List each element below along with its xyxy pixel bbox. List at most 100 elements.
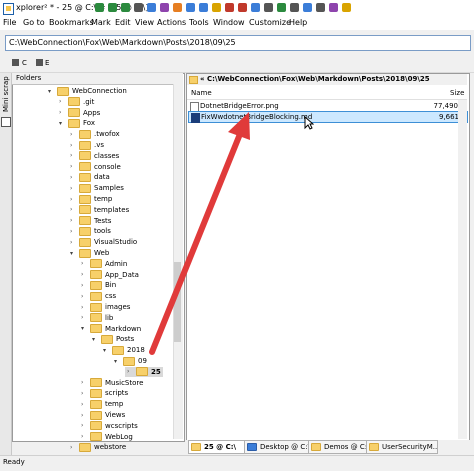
tree-item[interactable]: › VisualStudio [70, 237, 137, 247]
up-icon[interactable] [121, 3, 130, 12]
bookmark-icon[interactable] [173, 3, 182, 12]
chevron-right-icon[interactable]: › [81, 271, 88, 278]
files-scrollbar[interactable] [458, 100, 467, 439]
menu-help[interactable]: Help [289, 18, 307, 27]
layout-icon[interactable] [316, 3, 325, 12]
tree-item[interactable]: › Views [81, 410, 125, 420]
chevron-right-icon[interactable]: › [81, 422, 88, 429]
file-row[interactable]: FixWwdotnetBridgeBlocking.md 9,661 [188, 111, 468, 123]
chevron-right-icon[interactable]: › [70, 228, 77, 235]
chevron-right-icon[interactable]: › [81, 260, 88, 267]
tree-item[interactable]: › .git [59, 97, 94, 107]
tree-item[interactable]: › console [70, 162, 121, 172]
menu-tools[interactable]: Tools [189, 18, 209, 27]
tree-item[interactable]: › css [81, 291, 116, 301]
chevron-right-icon[interactable]: › [70, 152, 77, 159]
tree-item[interactable]: ▾ Fox [59, 118, 95, 128]
chevron-right-icon[interactable]: › [70, 196, 77, 203]
chevron-right-icon[interactable]: › [81, 282, 88, 289]
search-icon[interactable] [147, 3, 156, 12]
view-icon[interactable] [290, 3, 299, 12]
tree-item[interactable]: › .vs [70, 140, 104, 150]
chevron-right-icon[interactable]: › [70, 163, 77, 170]
tree-item[interactable]: ▾ 09 [114, 356, 147, 366]
chevron-right-icon[interactable]: › [70, 239, 77, 246]
menu-file[interactable]: File [3, 18, 16, 27]
menu-customize[interactable]: Customize [249, 18, 291, 27]
tree-item[interactable]: › 25 [125, 366, 163, 377]
tree-scrollbar-thumb[interactable] [174, 262, 181, 342]
tab-25[interactable]: 25 @ C:\ [188, 440, 246, 454]
chevron-right-icon[interactable]: › [81, 412, 88, 419]
chevron-right-icon[interactable]: › [70, 131, 77, 138]
chevron-right-icon[interactable]: › [70, 174, 77, 181]
chevron-down-icon[interactable]: ▾ [114, 358, 121, 365]
tree-item[interactable]: › images [81, 302, 130, 312]
chevron-right-icon[interactable]: › [70, 142, 77, 149]
tree-item[interactable]: ▾ WebConnection [48, 86, 127, 96]
menu-goto[interactable]: Go to [23, 18, 45, 27]
tree-item[interactable]: › App_Data [81, 270, 139, 280]
refresh-icon[interactable] [134, 3, 143, 12]
chevron-down-icon[interactable]: ▾ [70, 250, 77, 257]
tree-item[interactable]: › Bin [81, 280, 116, 290]
forward-icon[interactable] [108, 3, 117, 12]
chevron-right-icon[interactable]: › [81, 379, 88, 386]
tree-item[interactable]: ▾ Web [70, 248, 109, 258]
tree-item[interactable]: › wcscripts [81, 421, 138, 431]
menu-bookmarks[interactable]: Bookmarks [49, 18, 94, 27]
properties-icon[interactable] [264, 3, 273, 12]
menu-mark[interactable]: Mark [91, 18, 111, 27]
panes-icon[interactable] [303, 3, 312, 12]
tree-item[interactable]: › webstore [70, 442, 126, 452]
chevron-right-icon[interactable]: › [70, 217, 77, 224]
tree-item[interactable]: › Samples [70, 183, 124, 193]
run-icon[interactable] [277, 3, 286, 12]
tree-item[interactable]: › temp [81, 399, 123, 409]
tree-item[interactable]: › Apps [59, 108, 100, 118]
chevron-right-icon[interactable]: › [81, 390, 88, 397]
chevron-right-icon[interactable]: › [70, 185, 77, 192]
tree-item[interactable]: › templates [70, 205, 129, 215]
chevron-down-icon[interactable]: ▾ [48, 88, 55, 95]
column-size[interactable]: Size [450, 89, 464, 97]
tree-item[interactable]: › MusicStore [81, 378, 143, 388]
tree-item[interactable]: › scripts [81, 388, 128, 398]
cut-icon[interactable] [225, 3, 234, 12]
drive-icon[interactable] [12, 59, 19, 66]
chevron-down-icon[interactable]: ▾ [92, 336, 99, 343]
tree-item[interactable]: › data [70, 172, 110, 182]
tree-item[interactable]: › Tests [70, 216, 111, 226]
tab-demos[interactable]: Demos @ C:\ [308, 440, 368, 454]
chevron-right-icon[interactable]: › [81, 293, 88, 300]
mini-scrap-icon[interactable] [1, 117, 11, 127]
delete-icon[interactable] [238, 3, 247, 12]
chevron-right-icon[interactable]: › [81, 401, 88, 408]
chevron-down-icon[interactable]: ▾ [103, 347, 110, 354]
menu-window[interactable]: Window [213, 18, 245, 27]
tree-item[interactable]: ▾ Markdown [81, 324, 141, 334]
tree-item[interactable]: › temp [70, 194, 112, 204]
chevron-down-icon[interactable]: ▾ [59, 120, 66, 127]
menu-actions[interactable]: Actions [157, 18, 186, 27]
rename-icon[interactable] [251, 3, 260, 12]
copy-icon[interactable] [186, 3, 195, 12]
chevron-right-icon[interactable]: › [127, 368, 134, 375]
chevron-right-icon[interactable]: › [70, 444, 77, 451]
tools-icon[interactable] [329, 3, 338, 12]
chevron-right-icon[interactable]: › [70, 206, 77, 213]
tree-item[interactable]: › lib [81, 313, 113, 323]
menu-edit[interactable]: Edit [115, 18, 131, 27]
chevron-right-icon[interactable]: › [81, 304, 88, 311]
tree-item[interactable]: › Admin [81, 259, 127, 269]
column-name[interactable]: Name [191, 89, 212, 97]
mini-scrap-strip[interactable] [0, 73, 12, 455]
tab-desktop[interactable]: Desktop @ C:\ [244, 440, 310, 454]
chevron-down-icon[interactable]: ▾ [81, 325, 88, 332]
tree-item[interactable]: › tools [70, 226, 111, 236]
menu-view[interactable]: View [135, 18, 154, 27]
newfolder-icon[interactable] [212, 3, 221, 12]
move-icon[interactable] [199, 3, 208, 12]
tree-item[interactable]: › WebLog [81, 432, 133, 442]
chevron-right-icon[interactable]: › [81, 314, 88, 321]
